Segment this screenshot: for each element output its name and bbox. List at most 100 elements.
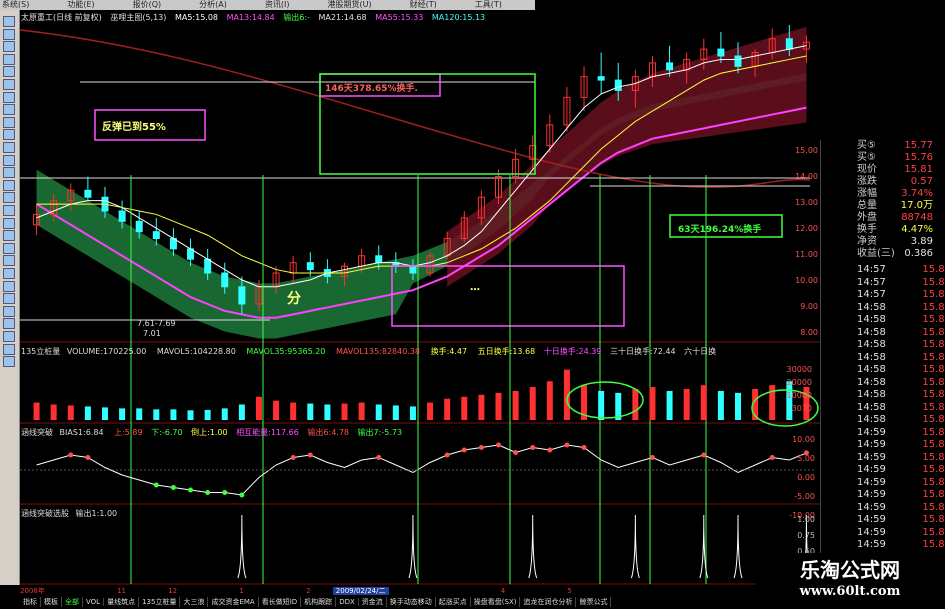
volume-bar: [649, 387, 656, 420]
tick-row: 14:59 15.81: [857, 489, 945, 501]
tick-row: 14:59 15.81: [857, 439, 945, 451]
quote-label: 买⑤: [857, 152, 876, 163]
volume-bar: [153, 409, 160, 420]
volume-bar: [290, 402, 297, 420]
volume-bar: [375, 404, 382, 420]
bias-peak-dot: [478, 445, 484, 450]
tick-time: 14:59: [857, 489, 886, 500]
mavol135-value: MAVOL135:82840.38: [335, 347, 421, 356]
axis-label: 3070: [791, 404, 812, 413]
rebound-annotation: 反弹已到55%: [102, 122, 166, 133]
quote-label: 现价: [857, 164, 877, 175]
indicator-tab[interactable]: 换手动态移动: [387, 597, 436, 607]
tick-time: 14:59: [857, 476, 886, 488]
date-bar: 2008年 11 12 1 2 2009/02/24/二 4 5: [20, 586, 572, 596]
volume-bar: [529, 387, 536, 420]
quote-value: 0.386: [904, 248, 933, 259]
tick-row: 14:58 15.81: [857, 389, 945, 401]
axis-label: 15.00: [795, 146, 818, 155]
mavol35-value: MAVOL35:95365.20: [246, 347, 326, 356]
volume-bar: [358, 402, 365, 420]
indicator-tab[interactable]: 操盘看盘(SX): [471, 597, 521, 607]
tick-row: 14:58 15.81: [857, 327, 945, 339]
axis-label: 5.00: [797, 454, 815, 463]
bias-peak-dot: [444, 452, 450, 458]
volume-bar: [119, 408, 126, 420]
date-current: 2009/02/24/二: [332, 587, 389, 595]
watermark-name: 乐淘公式网: [800, 558, 900, 582]
candle-body: [717, 48, 725, 57]
axis-label: 30000: [786, 365, 812, 374]
axis-label: 8.00: [800, 328, 818, 337]
quote-row: 总量 17.0万: [857, 200, 945, 212]
axis-label: 1.00: [797, 515, 815, 524]
axis-label: 0.75: [797, 531, 815, 540]
days63-annotation: 63天196.24%换手: [678, 225, 762, 235]
quote-value: 3.89: [910, 236, 933, 247]
tick-time: 14:58: [857, 401, 886, 413]
volume-bar: [444, 398, 451, 420]
candle-body: [666, 62, 674, 71]
quote-value: 15.77: [904, 140, 933, 151]
volume-bar: [307, 403, 314, 420]
indicator-tab[interactable]: 量线筑点: [104, 597, 140, 607]
tick-time: 14:59: [857, 501, 886, 513]
indicator-tab[interactable]: 模板: [41, 597, 62, 607]
indicator-tab[interactable]: 鲸票公式: [576, 597, 612, 607]
quote-label: 涨跌: [857, 176, 877, 187]
quote-row: 换手 4.47%: [857, 224, 945, 236]
indicator-tab[interactable]: 成交资金EMA: [208, 597, 259, 607]
quote-row: 收益(三) 0.386: [857, 248, 945, 260]
bias-out7: 输出7:-5.73: [357, 428, 403, 437]
indicator-tab[interactable]: 135立桩量: [139, 597, 181, 607]
indicator-tab[interactable]: 起涨买点: [436, 597, 471, 607]
indicator-tab[interactable]: 追龙在润仓分析: [520, 597, 577, 607]
volume-bar: [632, 389, 639, 420]
signal-spike: [630, 514, 640, 579]
tick-time: 14:57: [857, 289, 886, 300]
axis-label: 10.00: [795, 276, 818, 285]
axis-label: 10.00: [792, 435, 815, 444]
date-d1: 1: [239, 587, 244, 595]
tick-price: 15.81: [922, 514, 945, 525]
volume-circle: [566, 381, 644, 419]
candle-body: [734, 55, 742, 67]
tick-time: 14:59: [857, 539, 886, 550]
indicator-tab[interactable]: 看长做短ID: [259, 597, 302, 607]
tick-price: 15.81: [922, 464, 945, 475]
quote-value: 17.0万: [900, 200, 933, 211]
axis-label: 9.00: [800, 302, 818, 311]
quote-row: 涨跌 0.57: [857, 176, 945, 188]
volume-bar: [683, 389, 690, 420]
bias-up2: 倒上:1.00: [191, 428, 228, 437]
quote-value: 88748: [901, 212, 933, 223]
tick-time: 14:58: [857, 301, 886, 313]
bias-peak-dot: [290, 455, 296, 460]
indicator-tab[interactable]: DDX: [336, 598, 359, 606]
quote-panel: 买⑤ 15.77 买⑤ 15.76 现价 15.81 涨跌 0.57 涨幅 3.74% 总量 17.0…: [820, 140, 945, 580]
candle-body: [375, 255, 383, 264]
tick-row: 14:58 15.81: [857, 377, 945, 389]
volume-bar: [101, 407, 108, 420]
fen-annotation: 分: [287, 291, 301, 307]
quote-row: 涨幅 3.74%: [857, 188, 945, 200]
indicator-tab[interactable]: 机构跟踪: [301, 597, 337, 607]
bias-score: 相互能量:117.66: [236, 428, 299, 437]
tick-price: 15.81: [922, 314, 945, 325]
chart-window: 系统(S) 功能(E) 报价(Q) 分析(A) 资讯(I) 港股期货(U) 财经(T) 工具(…: [0, 0, 945, 609]
quote-row: 净资 3.89: [857, 236, 945, 248]
volume-bar: [478, 394, 485, 420]
volume-bar: [273, 400, 280, 420]
bias-peak-dot: [307, 452, 313, 458]
tick-time: 14:58: [857, 339, 886, 350]
indicator-tab[interactable]: 资金流: [359, 597, 387, 607]
date-d5: 5: [567, 587, 572, 595]
tick-row: 14:59 15.81: [857, 477, 945, 489]
volume-bar: [255, 396, 262, 420]
indicator-tab[interactable]: 指标: [20, 597, 41, 607]
indicator-tab[interactable]: 全部: [62, 597, 83, 607]
date-m11: 11: [117, 587, 126, 595]
indicator-tab[interactable]: 大三浪: [180, 597, 209, 607]
tick-time: 14:59: [857, 426, 886, 438]
indicator-tab[interactable]: VOL: [83, 598, 105, 606]
